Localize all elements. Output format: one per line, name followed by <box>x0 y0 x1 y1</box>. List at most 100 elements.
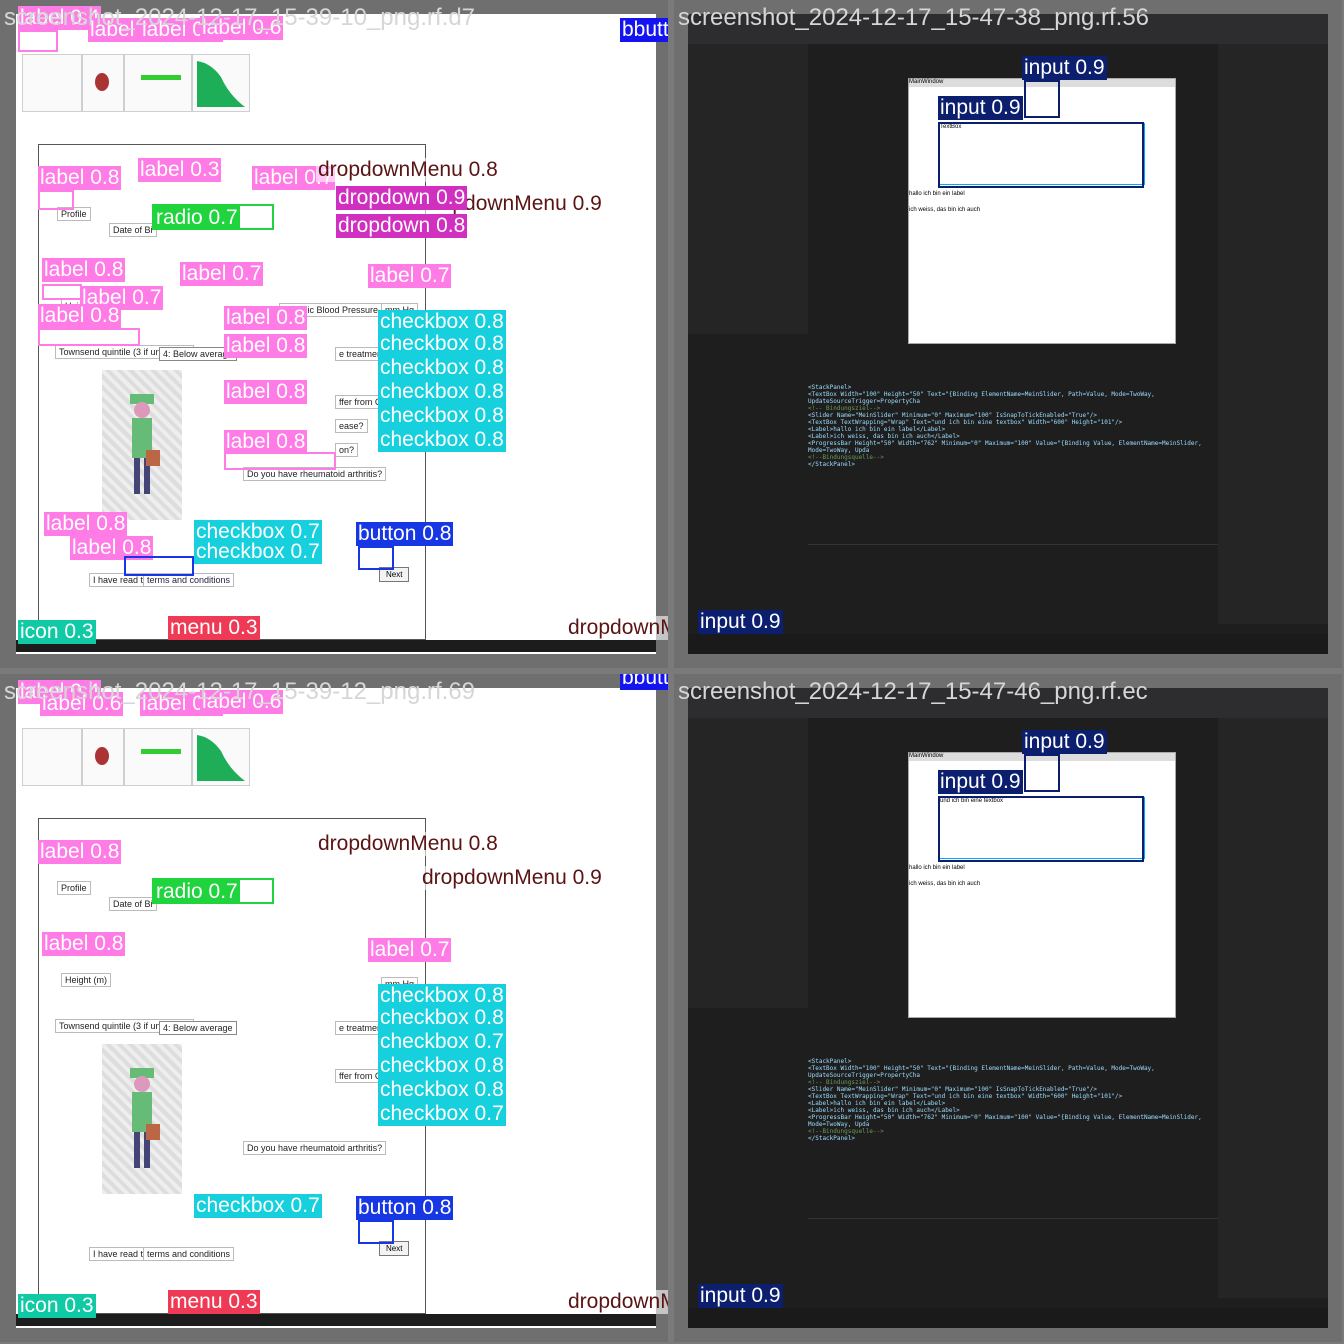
character-image <box>102 370 182 520</box>
det-tag: checkbox 0.8 <box>378 1006 506 1030</box>
taskbar <box>688 1308 1328 1328</box>
code-line: <Label>hallo ich bin ein label</Label> <box>808 426 946 433</box>
det-tag: label 0.8 <box>38 304 122 328</box>
code-line: <TextBox TextWrapping="Wrap" Text="und i… <box>808 1093 1123 1100</box>
det-tag: checkbox 0.7 <box>194 540 322 564</box>
det-label-box <box>18 30 58 52</box>
panel-title: screenshot_2024-12-17_15-39-10_png.rf.d7 <box>4 4 476 31</box>
det-tag: checkbox 0.8 <box>378 404 506 428</box>
det-tag: icon 0.3 <box>18 1294 96 1318</box>
det-tag: bbutton 0.67 <box>620 674 668 690</box>
outlook-chart <box>197 61 245 107</box>
solution-explorer <box>688 44 808 334</box>
on-question: on? <box>335 443 359 457</box>
det-input-box <box>938 796 1144 862</box>
outlook-tile[interactable] <box>192 54 250 112</box>
det-tag: label 0.8 <box>42 932 126 956</box>
det-tag: input 0.9 <box>938 770 1023 794</box>
healthy-years-tile[interactable] <box>124 54 192 112</box>
code-line: <StackPanel> <box>808 384 852 391</box>
det-tag: checkbox 0.8 <box>378 310 506 334</box>
det-button-box <box>358 1220 394 1244</box>
heart-age-tile[interactable] <box>82 54 124 112</box>
code-line: <ProgressBar Height="50" Width="762" Min… <box>808 440 1202 454</box>
profile-heading: Profile <box>57 881 91 895</box>
det-input-box <box>1024 80 1060 118</box>
det-tag: checkbox 0.8 <box>378 356 506 380</box>
det-tag: label 0.8 <box>224 306 308 330</box>
det-button-box <box>358 546 394 570</box>
code-line: <!-- Bindungsziel--> <box>808 1079 881 1086</box>
terms-link[interactable]: terms and conditions <box>143 1247 235 1261</box>
healthy-years-tile[interactable] <box>124 728 192 786</box>
det-tag: dropdownMenu 0.8 <box>316 158 500 182</box>
label-preview-1: hallo ich bin ein label <box>909 865 965 871</box>
det-tag: checkbox 0.8 <box>378 1078 506 1102</box>
outlook-tile[interactable] <box>192 728 250 786</box>
code-line: <Label>ich weiss, das bin ich auch</Labe… <box>808 433 960 440</box>
det-tag: checkbox 0.8 <box>378 332 506 356</box>
label-preview-2: ich weiss, das bin ich auch <box>909 207 981 213</box>
det-label-box <box>42 284 82 300</box>
progress-bar <box>141 75 181 80</box>
panel-top-left: screenshot_2024-12-17_15-39-10_png.rf.d7… <box>0 0 668 668</box>
code-line: <Slider Name="MeinSlider" Minimum="0" Ma… <box>808 1086 1097 1093</box>
det-tag: icon 0.3 <box>18 620 96 644</box>
height-label: Height (m) <box>61 973 112 987</box>
code-line: <!--Bindungsquelle--> <box>808 1128 884 1135</box>
code-editor[interactable]: <StackPanel> <TextBox Width="100" Height… <box>808 1058 1218 1208</box>
det-tag: checkbox 0.8 <box>378 984 506 1008</box>
det-tag: checkbox 0.7 <box>378 1102 506 1126</box>
det-tag: dropdown 0.9 <box>336 186 468 210</box>
det-tag: input 0.9 <box>698 1284 783 1308</box>
det-tag: label 0.7 <box>180 262 264 286</box>
det-tag: label 0.8 <box>42 258 126 282</box>
det-label-box <box>224 452 336 470</box>
det-tag: radio 0.7 <box>154 880 240 904</box>
code-line: </StackPanel> <box>808 461 855 468</box>
code-line: <TextBox TextWrapping="Wrap" Text="und i… <box>808 419 1123 426</box>
det-tag: button 0.8 <box>356 522 454 546</box>
profile-tile[interactable] <box>22 54 82 112</box>
label-preview-2: ich weiss, das bin ich auch <box>909 881 981 887</box>
townsend-select[interactable]: 4: Below average <box>159 1021 237 1035</box>
old-man-illustration <box>130 394 160 494</box>
panel-bottom-right: screenshot_2024-12-17_15-47-46_png.rf.ec… <box>674 674 1342 1342</box>
panel-top-right: screenshot_2024-12-17_15-47-38_png.rf.56… <box>674 0 1342 668</box>
code-line: <Slider Name="MeinSlider" Minimum="0" Ma… <box>808 412 1097 419</box>
profile-tile[interactable] <box>22 728 82 786</box>
heart-age-tile[interactable] <box>82 728 124 786</box>
det-tag: dropdownMenu <box>566 1290 668 1314</box>
outlook-chart <box>197 735 245 781</box>
code-line: <!--Bindungsquelle--> <box>808 454 884 461</box>
det-button-box <box>124 556 194 576</box>
code-line: <StackPanel> <box>808 1058 852 1065</box>
det-tag: label 0.7 <box>368 264 452 288</box>
det-tag: menu 0.3 <box>168 616 260 640</box>
det-tag: input 0.9 <box>698 610 783 634</box>
det-tag: checkbox 0.8 <box>378 1054 506 1078</box>
code-line: <Label>hallo ich bin ein label</Label> <box>808 1100 946 1107</box>
dob-label: Date of Bi <box>109 897 157 911</box>
panel-title: screenshot_2024-12-17_15-47-46_png.rf.ec <box>678 678 1148 705</box>
det-tag: radio 0.7 <box>154 206 240 230</box>
code-editor[interactable]: <StackPanel> <TextBox Width="100" Height… <box>808 384 1218 534</box>
det-tag: input 0.9 <box>1022 730 1107 754</box>
det-tag: label 0.7 <box>368 938 452 962</box>
det-label-box <box>38 190 74 210</box>
code-line: <TextBox Width="100" Height="50" Text="{… <box>808 391 1155 405</box>
code-line: </StackPanel> <box>808 1135 855 1142</box>
character-image <box>102 1044 182 1194</box>
det-tag: dropdownMenu 0.8 <box>316 832 500 856</box>
det-tag: checkbox 0.7 <box>378 1030 506 1054</box>
det-tag: label 0.8 <box>38 166 122 190</box>
det-tag: menu 0.3 <box>168 1290 260 1314</box>
taskbar <box>16 1314 656 1326</box>
det-tag: dropdownMenu 0.9 <box>420 866 604 890</box>
det-tag: checkbox 0.8 <box>378 380 506 404</box>
det-tag: checkbox 0.7 <box>194 1194 322 1218</box>
det-tag: dropdown 0.8 <box>336 214 468 238</box>
det-tag: label 0.8 <box>224 334 308 358</box>
properties-panel <box>1218 718 1328 1298</box>
det-tag: label 0.8 <box>224 380 308 404</box>
